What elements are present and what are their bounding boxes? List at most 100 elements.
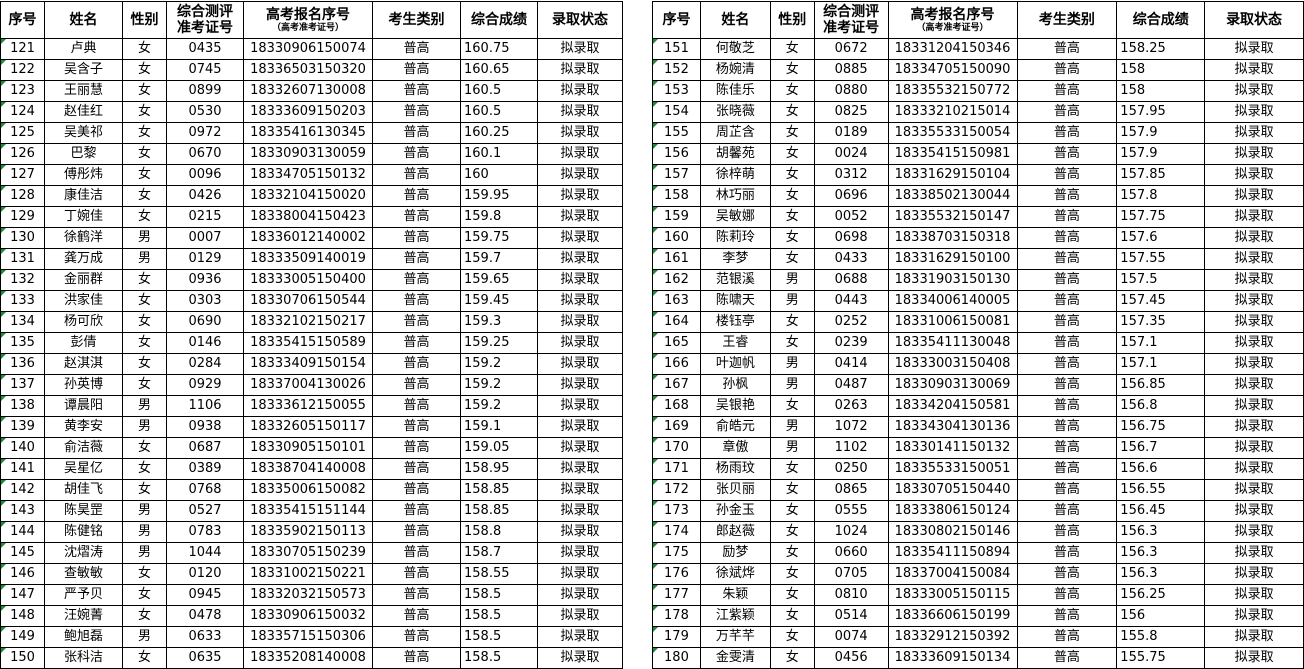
- eval-id-cell: 0660: [813, 542, 889, 564]
- eval-id-cell: 0263: [813, 395, 889, 417]
- name-cell: 查敏敏: [44, 563, 123, 585]
- score-cell: 156.85: [1116, 374, 1206, 396]
- gender-cell: 男: [769, 353, 815, 375]
- eval-id-cell: 0414: [813, 353, 889, 375]
- reg-no-cell: 18338004150423: [243, 206, 373, 228]
- category-cell: 普高: [1016, 437, 1118, 459]
- score-cell: 160.65: [460, 59, 538, 81]
- category-cell: 普高: [1016, 521, 1118, 543]
- reg-no-cell: 18335533150051: [887, 458, 1018, 480]
- category-cell: 普高: [1016, 143, 1118, 165]
- reg-no-cell: 18334705150090: [887, 59, 1018, 81]
- status-cell: 拟录取: [537, 584, 623, 606]
- gender-cell: 女: [769, 647, 815, 669]
- score-cell: 159.2: [460, 374, 538, 396]
- status-cell: 拟录取: [1204, 164, 1304, 186]
- score-cell: 157.55: [1116, 248, 1206, 270]
- header-reg-no: 高考报名序号 （高考准考证号）: [243, 1, 373, 39]
- name-cell: 巴黎: [44, 143, 123, 165]
- seq-cell: 164: [652, 311, 701, 333]
- eval-id-cell: 0443: [813, 290, 889, 312]
- score-cell: 157.75: [1116, 206, 1206, 228]
- status-cell: 拟录取: [537, 626, 623, 648]
- score-cell: 158.55: [460, 563, 538, 585]
- reg-no-cell: 18336606150199: [887, 605, 1018, 627]
- name-cell: 俞洁薇: [44, 437, 123, 459]
- table-row: 138 谭晨阳男 1106 18333612150055 普高 159.2 拟录取: [0, 395, 623, 417]
- seq-cell: 127: [0, 164, 45, 186]
- score-cell: 157.85: [1116, 164, 1206, 186]
- seq-cell: 166: [652, 353, 701, 375]
- name-cell: 张晓薇: [699, 101, 771, 123]
- category-cell: 普高: [1016, 80, 1118, 102]
- gender-cell: 女: [122, 143, 167, 165]
- gender-cell: 女: [769, 542, 815, 564]
- header-name: 姓名: [699, 1, 771, 39]
- name-cell: 汪婉菁: [44, 605, 123, 627]
- seq-cell: 142: [0, 479, 45, 501]
- score-cell: 159.45: [460, 290, 538, 312]
- seq-cell: 151: [652, 38, 701, 60]
- status-cell: 拟录取: [1204, 101, 1304, 123]
- status-cell: 拟录取: [537, 59, 623, 81]
- table-row: 142 胡佳飞女 0768 18335006150082 普高 158.85 拟录取: [0, 479, 623, 501]
- score-cell: 160.5: [460, 80, 538, 102]
- category-cell: 普高: [1016, 395, 1118, 417]
- table-row: 150 张科洁女 0635 18335208140008 普高 158.5 拟录取: [0, 647, 623, 669]
- seq-cell: 134: [0, 311, 45, 333]
- name-cell: 孙英博: [44, 374, 123, 396]
- gender-cell: 男: [122, 500, 167, 522]
- header-status: 录取状态: [1204, 1, 1304, 39]
- eval-id-cell: 0435: [166, 38, 244, 60]
- seq-cell: 173: [652, 500, 701, 522]
- header-gender: 性别: [122, 1, 167, 39]
- eval-id-cell: 0936: [166, 269, 244, 291]
- reg-no-cell: 18330705150239: [243, 542, 373, 564]
- category-cell: 普高: [1016, 605, 1118, 627]
- table-row: 160 陈莉玲女 0698 18338703150318 普高 157.6 拟录取: [652, 227, 1304, 249]
- seq-cell: 180: [652, 647, 701, 669]
- gender-cell: 女: [769, 521, 815, 543]
- status-cell: 拟录取: [1204, 521, 1304, 543]
- gender-cell: 男: [122, 227, 167, 249]
- score-cell: 158: [1116, 80, 1206, 102]
- reg-no-cell: 18330903130069: [887, 374, 1018, 396]
- table-row: 145 沈熠涛男 1044 18330705150239 普高 158.7 拟录取: [0, 542, 623, 564]
- seq-cell: 161: [652, 248, 701, 270]
- gender-cell: 女: [769, 248, 815, 270]
- status-cell: 拟录取: [1204, 374, 1304, 396]
- score-cell: 156.6: [1116, 458, 1206, 480]
- reg-no-cell: 18330141150132: [887, 437, 1018, 459]
- seq-cell: 174: [652, 521, 701, 543]
- seq-cell: 156: [652, 143, 701, 165]
- eval-id-cell: 0250: [813, 458, 889, 480]
- score-cell: 156.25: [1116, 584, 1206, 606]
- category-cell: 普高: [1016, 101, 1118, 123]
- category-cell: 普高: [1016, 542, 1118, 564]
- reg-no-cell: 18330906150074: [243, 38, 373, 60]
- table-row: 152 杨婉清女 0885 18334705150090 普高 158 拟录取: [652, 59, 1304, 81]
- reg-no-cell: 18332104150020: [243, 185, 373, 207]
- score-cell: 159.05: [460, 437, 538, 459]
- eval-id-cell: 0929: [166, 374, 244, 396]
- name-cell: 张贝丽: [699, 479, 771, 501]
- score-cell: 159.2: [460, 395, 538, 417]
- seq-cell: 148: [0, 605, 45, 627]
- eval-id-cell: 0514: [813, 605, 889, 627]
- status-cell: 拟录取: [1204, 584, 1304, 606]
- score-cell: 158.5: [460, 605, 538, 627]
- table-row: 148 汪婉菁女 0478 18330906150032 普高 158.5 拟录取: [0, 605, 623, 627]
- score-cell: 157.1: [1116, 332, 1206, 354]
- status-cell: 拟录取: [1204, 143, 1304, 165]
- header-seq: 序号: [652, 1, 701, 39]
- seq-cell: 167: [652, 374, 701, 396]
- eval-id-cell: 0880: [813, 80, 889, 102]
- status-cell: 拟录取: [537, 500, 623, 522]
- table-body-right: 151 何敬芝女 0672 18331204150346 普高 158.25 拟录取 152 杨…: [652, 38, 1304, 669]
- table-row: 123 王丽慧女 0899 18332607130008 普高 160.5 拟录取: [0, 80, 623, 102]
- eval-id-cell: 0129: [166, 248, 244, 270]
- score-cell: 160.5: [460, 101, 538, 123]
- reg-no-cell: 18332607130008: [243, 80, 373, 102]
- reg-no-cell: 18337004130026: [243, 374, 373, 396]
- status-cell: 拟录取: [537, 416, 623, 438]
